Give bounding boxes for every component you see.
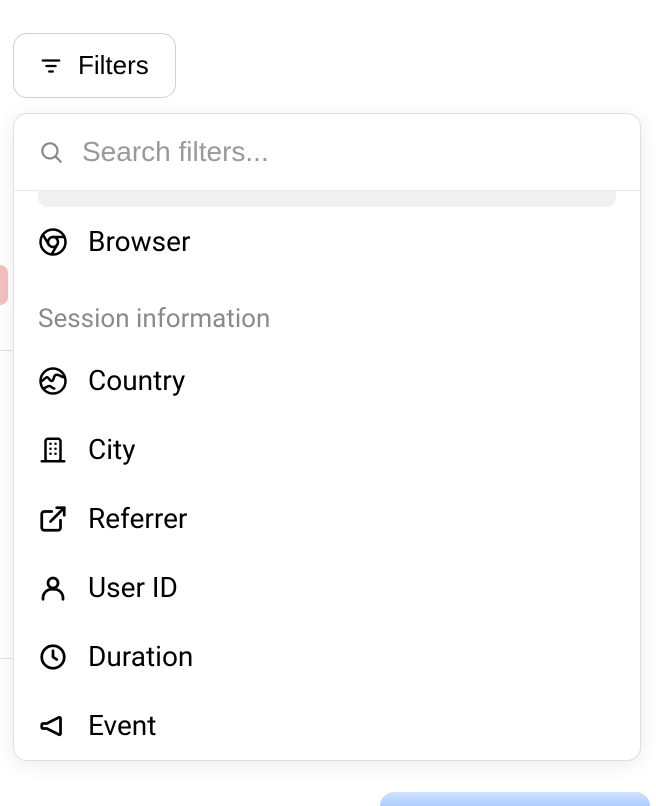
- filter-item-label: Browser: [88, 225, 190, 258]
- filter-item-label: City: [88, 433, 135, 466]
- search-input[interactable]: [82, 136, 616, 168]
- background-decoration: [380, 792, 650, 806]
- filter-item-event[interactable]: Event: [14, 691, 640, 760]
- filter-item-label: Country: [88, 364, 185, 397]
- filter-item-browser[interactable]: Browser: [14, 207, 640, 276]
- browser-icon: [38, 227, 68, 257]
- filters-button-label: Filters: [78, 50, 149, 81]
- filter-item-country[interactable]: Country: [14, 346, 640, 415]
- background-line: [0, 658, 13, 659]
- external-link-icon: [38, 504, 68, 534]
- filter-item-user-id[interactable]: User ID: [14, 553, 640, 622]
- search-row: [14, 114, 640, 191]
- filter-item-label: Event: [88, 709, 156, 742]
- megaphone-icon: [38, 711, 68, 741]
- highlight-bar: [38, 191, 616, 207]
- filters-button[interactable]: Filters: [13, 33, 176, 98]
- section-header-session: Session information: [14, 276, 640, 346]
- filter-item-referrer[interactable]: Referrer: [14, 484, 640, 553]
- globe-icon: [38, 366, 68, 396]
- filter-icon: [40, 55, 62, 77]
- filter-item-label: Duration: [88, 640, 193, 673]
- filter-item-label: User ID: [88, 571, 178, 604]
- background-line: [0, 350, 13, 351]
- search-icon: [38, 139, 64, 165]
- filter-item-duration[interactable]: Duration: [14, 622, 640, 691]
- filter-item-city[interactable]: City: [14, 415, 640, 484]
- filter-item-label: Referrer: [88, 502, 187, 535]
- building-icon: [38, 435, 68, 465]
- background-decoration: [0, 265, 8, 305]
- user-icon: [38, 573, 68, 603]
- filters-dropdown: Browser Session information Country City: [13, 113, 641, 761]
- clock-icon: [38, 642, 68, 672]
